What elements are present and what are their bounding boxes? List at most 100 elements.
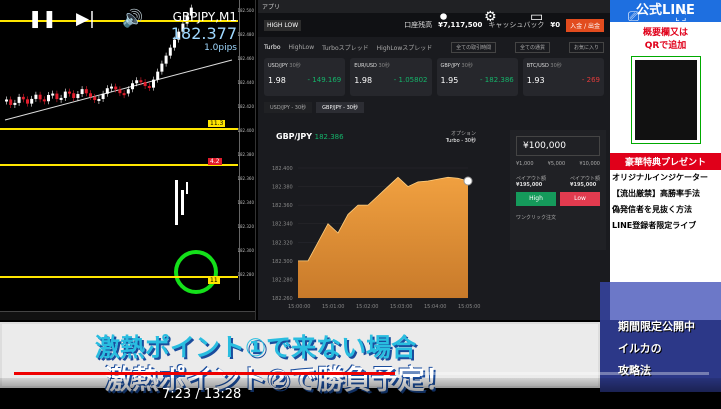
tab-usdjpy[interactable]: USD/JPY - 30秒 xyxy=(264,102,313,113)
filter-currency[interactable]: 全ての通貨 xyxy=(515,42,551,53)
tab-gbpjpy[interactable]: GBP/JPY - 30秒 xyxy=(316,102,364,113)
x-tick: 15:05:00 xyxy=(458,304,480,310)
card-pair: EUR/USD 30秒 xyxy=(354,63,390,69)
y-tick: 182.340 xyxy=(272,222,293,228)
y-tick: 182.300 xyxy=(272,259,293,265)
deposit-button[interactable]: 入金 / 出金 xyxy=(566,18,604,32)
amount-input[interactable]: ¥100,000 xyxy=(516,136,600,156)
card-pair: USD/JPY 30秒 xyxy=(268,63,301,69)
bonus-item-4: LINE登録者限定ライブ xyxy=(612,221,697,230)
chart-tabs: GBPJPY,M1GBPJPY,M1EURUSD,M1AUDUSD,M1AUDJ… xyxy=(0,311,255,320)
level-tag: 11.3 xyxy=(208,120,226,127)
asset-card[interactable]: BTC/USD 30秒 1.93 - 269 xyxy=(522,58,604,96)
card-payout: 1.98 xyxy=(354,76,373,85)
quick-amount-1[interactable]: ¥1,000 xyxy=(516,161,534,167)
y-tick: 182.320 xyxy=(272,240,293,246)
y-tick: 182.260 xyxy=(272,296,293,302)
menu-highlow[interactable]: HighLow xyxy=(289,44,315,51)
cast-icon[interactable]: ⎚ xyxy=(628,9,639,25)
app-header: HIGH LOW 口座残高 ¥7,117,500 キャッシュバック ¥0 入金 … xyxy=(258,13,610,37)
axis-label: 182.400 xyxy=(237,128,254,133)
menu-turbo-spread[interactable]: Turboスプレッド xyxy=(322,43,369,52)
y-tick: 182.400 xyxy=(272,166,293,172)
trade-panel: ¥100,000 ¥1,000 ¥5,000 ¥10,000 ペイアウト額 ¥19… xyxy=(510,130,606,250)
axis-label: 182.440 xyxy=(237,80,254,85)
price-axis: 182.500 182.480 182.460 182.440 182.420 182.4… xyxy=(237,0,255,300)
product-menu: Turbo HighLow Turboスプレッド HighLowスプレッド 全て… xyxy=(258,37,610,58)
payout-info: ペイアウト額 ¥195,000 ペイアウト額 ¥195,000 xyxy=(516,176,600,188)
quick-amounts: ¥1,000 ¥5,000 ¥10,000 xyxy=(516,161,600,167)
next-icon[interactable]: ▶| xyxy=(76,9,95,29)
filter-time[interactable]: 全ての取引時間 xyxy=(451,42,497,53)
y-tick: 182.380 xyxy=(272,185,293,191)
axis-label: 182.360 xyxy=(237,176,254,181)
price-chart: GBP/JPY 182.386 オプション Turbo - 30秒 182.400… xyxy=(268,128,500,318)
axis-label: 182.280 xyxy=(237,272,254,277)
overlay-line-2: イルカの xyxy=(618,342,662,355)
price-label: 182.377 xyxy=(170,24,237,43)
menu-turbo[interactable]: Turbo xyxy=(264,44,281,51)
player-controls xyxy=(0,378,721,409)
quick-amount-2[interactable]: ¥5,000 xyxy=(548,161,566,167)
axis-label: 182.420 xyxy=(237,104,254,109)
highlow-app: アプリ HIGH LOW 口座残高 ¥7,117,500 キャッシュバック ¥0… xyxy=(258,0,610,320)
fullscreen-icon[interactable]: ⛶ xyxy=(676,9,686,25)
asset-card[interactable]: USD/JPY 30秒 1.98 - 149.169 xyxy=(264,58,346,96)
bonus-item-2: 【流出厳禁】高勝率手法 xyxy=(612,189,700,198)
card-price: - 182.386 xyxy=(480,76,514,84)
x-tick: 15:01:00 xyxy=(322,304,344,310)
axis-label: 182.300 xyxy=(237,248,254,253)
high-button[interactable]: High xyxy=(516,192,556,206)
level-line-2 xyxy=(0,128,238,130)
level-tag-bottom: 11 xyxy=(208,277,220,284)
bonus-item-3: 偽発信者を見抜く方法 xyxy=(612,205,692,214)
axis-label: 182.480 xyxy=(237,32,254,37)
bonus-item-1: オリジナルインジケーター xyxy=(612,173,708,182)
x-tick: 15:03:00 xyxy=(390,304,412,310)
cashback-value: ¥0 xyxy=(550,21,561,29)
card-payout: 1.95 xyxy=(440,76,459,85)
filter-favorite[interactable]: お気に入り xyxy=(568,42,604,53)
card-pair: GBP/JPY 30秒 xyxy=(440,63,473,69)
area-chart: 182.400 182.380 182.360 182.340 182.320 182.3… xyxy=(272,166,480,310)
axis-label: 182.320 xyxy=(237,224,254,229)
quick-amount-3[interactable]: ¥10,000 xyxy=(579,161,600,167)
asset-card[interactable]: GBP/JPY 30秒 1.95 - 182.386 xyxy=(436,58,518,96)
asset-cards: USD/JPY 30秒 1.98 - 149.169 EUR/USD 30秒 1.9… xyxy=(258,58,610,96)
card-payout: 1.93 xyxy=(526,76,545,85)
time-display: 7:23 / 13:28 xyxy=(162,387,242,402)
promo-panel: 公式LINE 概要欄又は QRで追加 豪華特典プレゼント オリジナルインジケーター… xyxy=(610,0,721,320)
volume-icon[interactable]: 🔊 xyxy=(122,9,143,29)
x-tick: 15:00:00 xyxy=(288,304,310,310)
window-title: アプリ xyxy=(258,0,610,13)
oneclick-toggle[interactable]: ワンクリック注文 xyxy=(516,214,600,221)
pause-icon[interactable]: ❚❚ xyxy=(28,9,57,29)
x-tick: 15:04:00 xyxy=(424,304,446,310)
line-title: 公式LINE xyxy=(610,0,721,22)
axis-label: 182.500 xyxy=(237,8,254,13)
miniplayer-icon[interactable]: ▭ xyxy=(530,9,543,25)
y-tick: 182.360 xyxy=(272,203,293,209)
asset-card[interactable]: EUR/USD 30秒 1.98 - 1.05802 xyxy=(350,58,432,96)
card-payout: 1.98 xyxy=(268,76,286,85)
area-series xyxy=(298,177,468,298)
progress-bar[interactable] xyxy=(14,372,395,375)
level-tag-red: 4.2 xyxy=(208,158,222,165)
pips-label: 1.0pips xyxy=(204,43,237,53)
overlay-line-3: 攻略法 xyxy=(618,364,651,377)
menu-highlow-spread[interactable]: HighLowスプレッド xyxy=(377,43,433,52)
logo: HIGH LOW xyxy=(264,19,302,31)
card-price: - 149.169 xyxy=(307,76,342,84)
axis-label: 182.380 xyxy=(237,152,254,157)
current-point xyxy=(463,176,473,186)
symbol-label: GBPJPY,M1 xyxy=(172,10,237,24)
autoplay-toggle-icon[interactable]: ⏺ xyxy=(440,9,447,25)
overlay-line-1: 期間限定公開中 xyxy=(618,320,695,333)
settings-icon[interactable]: ⚙ xyxy=(484,9,497,25)
card-pair: BTC/USD 30秒 xyxy=(526,63,562,69)
level-line-4 xyxy=(0,276,238,278)
low-button[interactable]: Low xyxy=(560,192,600,206)
level-line-3 xyxy=(0,164,238,166)
axis-label: 182.460 xyxy=(237,56,254,61)
card-price: - 1.05802 xyxy=(393,76,428,84)
